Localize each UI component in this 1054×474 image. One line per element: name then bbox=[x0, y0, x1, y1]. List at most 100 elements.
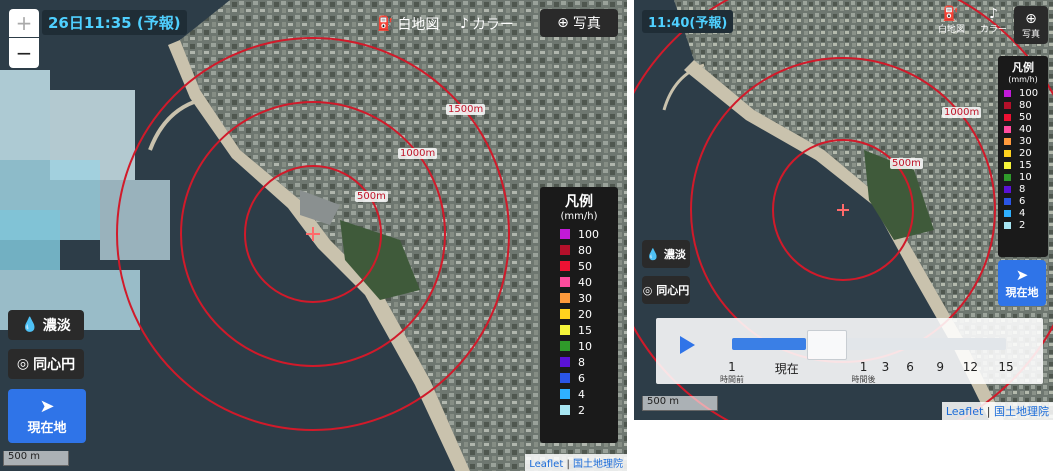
timeline-tick[interactable]: 1 時間前 bbox=[720, 360, 744, 385]
density-toggle[interactable]: 💧 濃淡 bbox=[642, 240, 690, 268]
legend: 凡例 (mm/h) 100 80 50 40 30 20 15 10 8 6 4 2 bbox=[540, 187, 618, 443]
legend-swatch bbox=[1004, 113, 1011, 121]
legend-row: 20 bbox=[998, 147, 1048, 159]
legend-row: 8 bbox=[540, 354, 618, 370]
location-arrow-icon: ➤ bbox=[1015, 266, 1029, 284]
legend-row: 4 bbox=[998, 207, 1048, 219]
legend-label: 10 bbox=[1019, 171, 1032, 183]
legend-swatch bbox=[560, 373, 570, 383]
timeline-tick[interactable]: 6 bbox=[906, 360, 914, 374]
legend-swatch bbox=[1004, 101, 1011, 109]
time-badge: 11:40(予報) bbox=[642, 10, 734, 33]
legend-label: 40 bbox=[578, 275, 592, 289]
legend-label: 4 bbox=[578, 387, 585, 401]
legend-row: 30 bbox=[540, 290, 618, 306]
legend-swatch bbox=[1004, 209, 1011, 217]
legend-swatch bbox=[560, 277, 570, 287]
legend-label: 80 bbox=[1019, 99, 1032, 111]
legend-swatch bbox=[1004, 89, 1011, 97]
photo-map-button[interactable]: ⊕ 写真 bbox=[1014, 6, 1048, 44]
right-map-panel[interactable]: 500m 1000m 11:40(予報) ⛽ 白地図 ♪ カラー ⊕ 写真 凡例 (m… bbox=[634, 0, 1053, 420]
attribution: Leaflet | 国土地理院 bbox=[525, 454, 627, 471]
legend-row: 8 bbox=[998, 183, 1048, 195]
legend-row: 2 bbox=[540, 402, 618, 418]
zoom-out-button[interactable]: − bbox=[9, 38, 39, 68]
time-badge: 26日11:35 (予報) bbox=[42, 10, 187, 35]
legend-swatch bbox=[1004, 161, 1011, 169]
legend-label: 20 bbox=[578, 307, 592, 321]
timeline-tick[interactable]: 15 bbox=[998, 360, 1013, 374]
legend-title: 凡例 bbox=[1012, 61, 1034, 74]
legend-label: 2 bbox=[1019, 219, 1026, 231]
legend-row: 80 bbox=[540, 242, 618, 258]
scale-bar: 500 m bbox=[642, 396, 718, 411]
droplet-icon: 💧 bbox=[646, 247, 660, 261]
legend-swatch bbox=[1004, 149, 1011, 157]
legend-row: 50 bbox=[998, 111, 1048, 123]
leaflet-link[interactable]: Leaflet bbox=[946, 405, 983, 418]
legend-row: 4 bbox=[540, 386, 618, 402]
timeline-tick[interactable]: 9 bbox=[936, 360, 944, 374]
legend-swatch bbox=[560, 261, 570, 271]
ring-label-1000: 1000m bbox=[942, 107, 982, 118]
current-location-button[interactable]: ➤ 現在地 bbox=[8, 389, 86, 443]
legend-swatch bbox=[560, 309, 570, 319]
legend-title: 凡例 bbox=[565, 194, 593, 210]
scale-bar: 500 m bbox=[3, 451, 69, 466]
legend-label: 8 bbox=[1019, 183, 1026, 195]
concentric-icon: ◎ bbox=[16, 356, 30, 372]
legend-row: 6 bbox=[998, 195, 1048, 207]
current-location-button[interactable]: ➤ 現在地 bbox=[998, 260, 1046, 306]
legend-swatch bbox=[560, 325, 570, 335]
white-map-button[interactable]: ⛽ 白地図 bbox=[938, 6, 965, 35]
legend-swatch bbox=[1004, 197, 1011, 205]
photo-map-button[interactable]: ⊕ 写真 bbox=[540, 9, 618, 37]
legend-unit: (mm/h) bbox=[1008, 75, 1038, 84]
legend-label: 80 bbox=[578, 243, 592, 257]
gsi-link[interactable]: 国土地理院 bbox=[573, 459, 623, 470]
legend-label: 20 bbox=[1019, 147, 1032, 159]
play-icon[interactable] bbox=[680, 336, 695, 354]
left-map-canvas bbox=[0, 0, 627, 471]
timeline-tick[interactable]: 3 bbox=[882, 360, 890, 374]
concentric-toggle[interactable]: ◎ 同心円 bbox=[8, 349, 84, 379]
timeline-tick[interactable]: 現在 bbox=[775, 360, 799, 377]
color-map-icon: ♪ bbox=[460, 16, 469, 32]
white-map-button[interactable]: ⛽ 白地図 bbox=[377, 14, 439, 34]
map-icon: ⛽ bbox=[942, 6, 961, 22]
droplet-icon: 💧 bbox=[21, 317, 39, 333]
legend-row: 2 bbox=[998, 219, 1048, 231]
timeline-track[interactable] bbox=[732, 330, 1006, 360]
legend-swatch bbox=[1004, 173, 1011, 181]
legend-row: 20 bbox=[540, 306, 618, 322]
timeline-tick[interactable]: 1 時間後 bbox=[852, 360, 876, 385]
legend-swatch bbox=[1004, 125, 1011, 133]
ring-label-500: 500m bbox=[355, 191, 388, 202]
legend-unit: (mm/h) bbox=[560, 211, 598, 222]
timeline-tick[interactable]: 12 bbox=[963, 360, 978, 374]
globe-icon: ⊕ bbox=[557, 15, 569, 31]
left-map-panel[interactable]: 500m 1000m 1500m 26日11:35 (予報) + − ⛽ 白地図 … bbox=[0, 0, 627, 471]
concentric-toggle[interactable]: ◎ 同心円 bbox=[642, 276, 690, 304]
map-icon: ⛽ bbox=[377, 16, 395, 32]
ring-label-1000: 1000m bbox=[398, 148, 438, 159]
legend-label: 100 bbox=[578, 227, 599, 241]
legend-swatch bbox=[1004, 185, 1011, 193]
legend-swatch bbox=[560, 389, 570, 399]
legend-swatch bbox=[560, 357, 570, 367]
density-toggle[interactable]: 💧 濃淡 bbox=[8, 310, 84, 340]
globe-icon: ⊕ bbox=[1025, 10, 1037, 27]
color-map-icon: ♪ bbox=[989, 6, 998, 22]
legend-row: 40 bbox=[998, 123, 1048, 135]
leaflet-link[interactable]: Leaflet bbox=[529, 459, 563, 470]
legend-row: 100 bbox=[540, 226, 618, 242]
legend-swatch bbox=[560, 341, 570, 351]
ring-label-500: 500m bbox=[890, 158, 923, 169]
zoom-in-button[interactable]: + bbox=[9, 9, 39, 37]
legend-label: 50 bbox=[578, 259, 592, 273]
timeline-handle[interactable] bbox=[806, 330, 847, 360]
gsi-link[interactable]: 国土地理院 bbox=[994, 405, 1049, 418]
color-map-button[interactable]: ♪ カラー bbox=[460, 14, 514, 34]
legend-swatch bbox=[1004, 137, 1011, 145]
color-map-button[interactable]: ♪ カラー bbox=[980, 6, 1007, 35]
